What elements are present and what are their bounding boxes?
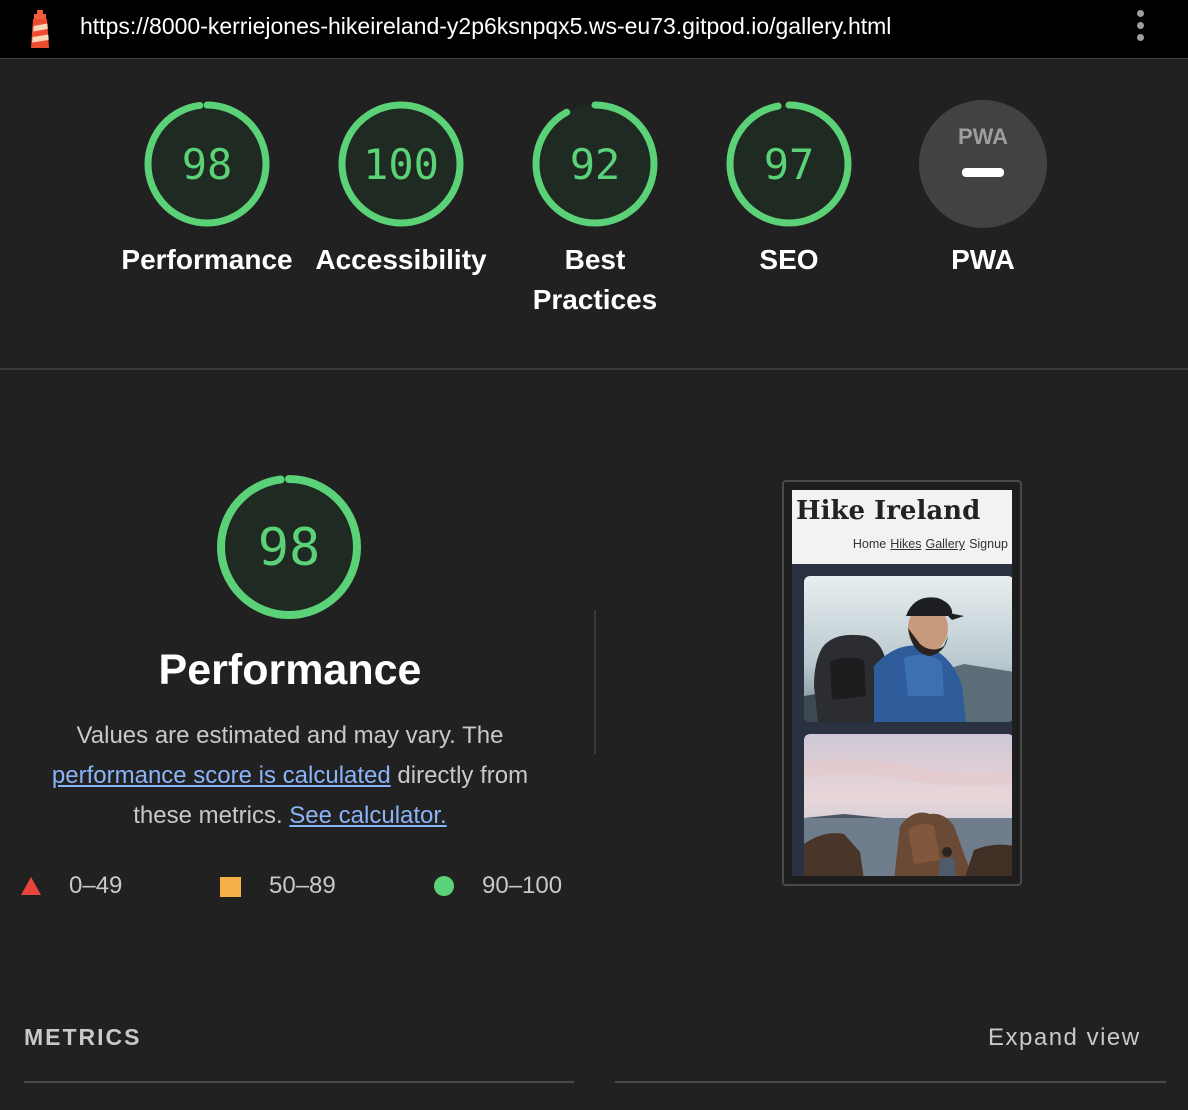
gauge-label: SEO bbox=[759, 244, 819, 275]
legend-range: 90–100 bbox=[482, 872, 563, 899]
lighthouse-report: https://8000-kerriejones-hikeireland-y2p… bbox=[0, 0, 1188, 1110]
pwa-dash-icon bbox=[962, 168, 1004, 177]
gauge-ring: 98 bbox=[144, 101, 270, 227]
legend-pass: 90–100 bbox=[433, 872, 583, 902]
gauge-score-value: 92 bbox=[570, 140, 621, 189]
gauge-label: Best Practices bbox=[532, 244, 658, 315]
metrics-heading: METRICS bbox=[24, 1024, 142, 1050]
circle-icon bbox=[434, 876, 454, 896]
gauge-ring: 100 bbox=[338, 101, 464, 227]
gauge-performance[interactable]: 98 Performance bbox=[107, 100, 307, 280]
report-url: https://8000-kerriejones-hikeireland-y2p… bbox=[80, 13, 892, 39]
final-screenshot[interactable]: Hike Ireland Home Hikes Gallery Signup bbox=[782, 480, 1022, 886]
lighthouse-logo-icon bbox=[31, 10, 49, 48]
gauge-score-value: 100 bbox=[363, 140, 439, 189]
gauge-score-value: 98 bbox=[182, 140, 233, 189]
expand-view-toggle[interactable]: Expand view bbox=[988, 1024, 1141, 1052]
square-icon bbox=[220, 877, 241, 897]
metrics-rule-right bbox=[615, 1081, 1166, 1083]
nav-gallery: Gallery bbox=[925, 537, 966, 551]
gauge-label: Performance bbox=[121, 244, 293, 275]
gauge-score-value: 97 bbox=[764, 140, 815, 189]
metrics-rule-left bbox=[24, 1081, 574, 1083]
gauge-label: PWA bbox=[951, 244, 1015, 275]
screenshot-page: Hike Ireland Home Hikes Gallery Signup bbox=[792, 490, 1012, 876]
gauge-accessibility[interactable]: 100 Accessibility bbox=[301, 100, 501, 280]
performance-title: Performance bbox=[158, 646, 422, 694]
section-divider bbox=[0, 368, 1188, 370]
pwa-badge: PWA bbox=[919, 100, 1047, 228]
nav-home: Home bbox=[852, 537, 887, 551]
site-nav: Home Hikes Gallery Signup bbox=[849, 537, 1008, 551]
gauge-ring: 97 bbox=[726, 101, 852, 227]
pwa-logo-text: PWA bbox=[958, 124, 1008, 149]
see-calculator-link[interactable]: See calculator. bbox=[289, 802, 446, 829]
performance-description: Values are estimated and may vary. The p… bbox=[40, 716, 540, 836]
score-calculated-link[interactable]: performance score is calculated bbox=[52, 762, 391, 789]
gauge-best-practices[interactable]: 92 Best Practices bbox=[495, 100, 695, 320]
gauge-seo[interactable]: 97 SEO bbox=[689, 100, 889, 280]
vertical-divider bbox=[594, 610, 596, 754]
performance-score-value: 98 bbox=[258, 518, 321, 578]
performance-big-gauge[interactable]: 98 bbox=[215, 473, 363, 621]
legend-range: 0–49 bbox=[69, 872, 123, 899]
legend-range: 50–89 bbox=[269, 872, 336, 899]
desc-prefix: Values are estimated and may vary. The bbox=[76, 722, 504, 749]
report-topbar: https://8000-kerriejones-hikeireland-y2p… bbox=[0, 0, 1188, 59]
nav-hikes: Hikes bbox=[890, 537, 922, 551]
site-title: Hike Ireland bbox=[796, 496, 981, 526]
gauge-label: Accessibility bbox=[315, 244, 487, 275]
gallery-photo-hiker bbox=[804, 576, 1012, 722]
gallery-photo-coast bbox=[804, 734, 1012, 876]
triangle-icon bbox=[21, 877, 41, 895]
nav-signup: Signup bbox=[969, 537, 1008, 551]
legend-average: 50–89 bbox=[220, 872, 360, 902]
legend-fail: 0–49 bbox=[20, 872, 150, 902]
gauge-pwa[interactable]: PWA PWA bbox=[883, 100, 1083, 280]
site-header: Hike Ireland Home Hikes Gallery Signup bbox=[792, 490, 1012, 564]
gauge-ring: 92 bbox=[532, 101, 658, 227]
more-options-icon[interactable] bbox=[1128, 10, 1152, 48]
